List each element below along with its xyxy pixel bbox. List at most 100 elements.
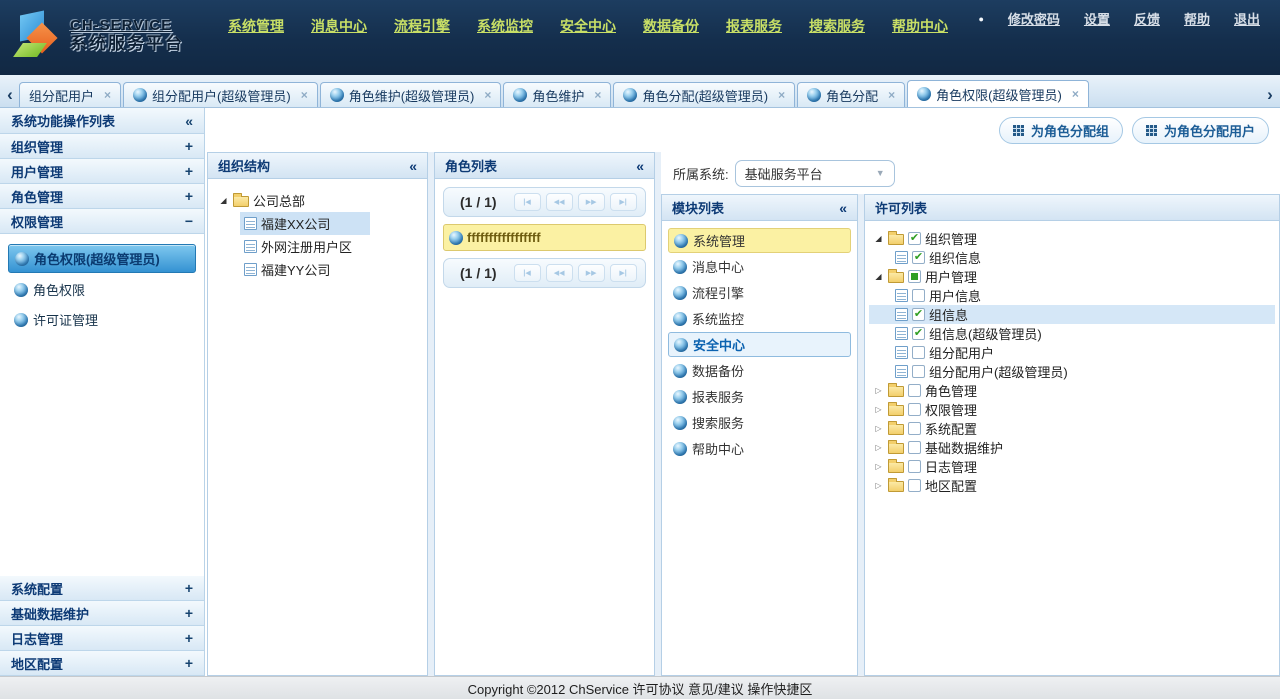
tab-scroll-right-icon[interactable]: › [1262, 83, 1278, 107]
tree-collapsed-icon[interactable]: ▷ [873, 386, 884, 395]
module-item-search[interactable]: 搜索服务 [668, 410, 851, 435]
pager-prev-button[interactable]: ◀◀ [546, 193, 573, 211]
logout-link[interactable]: 退出 [1234, 9, 1260, 28]
license-node-log-manage[interactable]: ▷ 日志管理 [869, 457, 1275, 476]
close-icon[interactable]: × [484, 88, 491, 102]
sidebar-group-role[interactable]: 角色管理+ [0, 184, 204, 209]
menu-item-workflow[interactable]: 流程引擎 [394, 16, 450, 36]
sidebar-group-permission-expanded[interactable]: 权限管理− [0, 209, 204, 234]
expand-plus-icon[interactable]: + [185, 630, 193, 646]
settings-link[interactable]: 设置 [1084, 9, 1110, 28]
help-link[interactable]: 帮助 [1184, 9, 1210, 28]
sidebar-group-sysconfig[interactable]: 系统配置+ [0, 576, 204, 601]
menu-item-backup[interactable]: 数据备份 [643, 16, 699, 36]
license-node-permission-manage[interactable]: ▷ 权限管理 [869, 400, 1275, 419]
org-tree-root[interactable]: ◢ 公司总部 [214, 189, 421, 212]
panel-collapse-icon[interactable]: « [839, 200, 847, 216]
expand-plus-icon[interactable]: + [185, 163, 193, 179]
menu-item-message[interactable]: 消息中心 [311, 16, 367, 36]
panel-collapse-icon[interactable]: « [409, 158, 417, 174]
close-icon[interactable]: × [888, 88, 895, 102]
module-item-security-selected[interactable]: 安全中心 [668, 332, 851, 357]
sidebar-group-user[interactable]: 用户管理+ [0, 159, 204, 184]
sidebar-item-role-permission[interactable]: 角色权限 [8, 276, 196, 303]
tab-group-assign-user[interactable]: 组分配用户× [19, 82, 121, 107]
checkbox-unchecked[interactable] [908, 460, 921, 473]
license-node-org-info[interactable]: 组织信息 [869, 248, 1275, 267]
license-node-group-assign-user-admin[interactable]: 组分配用户(超级管理员) [869, 362, 1275, 381]
pager-last-button[interactable]: ▶| [610, 193, 637, 211]
sidebar-item-role-permission-admin[interactable]: 角色权限(超级管理员) [8, 244, 196, 273]
tree-expanded-icon[interactable]: ◢ [873, 234, 884, 243]
org-tree-node[interactable]: 外网注册用户区 [240, 235, 370, 258]
module-item-workflow[interactable]: 流程引擎 [668, 280, 851, 305]
tab-role-maintain-admin[interactable]: 角色维护(超级管理员)× [320, 82, 502, 107]
pager-next-button[interactable]: ▶▶ [578, 264, 605, 282]
tree-expanded-icon[interactable]: ◢ [873, 272, 884, 281]
menu-item-report[interactable]: 报表服务 [726, 16, 782, 36]
pager-last-button[interactable]: ▶| [610, 264, 637, 282]
checkbox-unchecked[interactable] [908, 441, 921, 454]
license-node-group-info-admin[interactable]: 组信息(超级管理员) [869, 324, 1275, 343]
tree-collapsed-icon[interactable]: ▷ [873, 462, 884, 471]
menu-item-help-center[interactable]: 帮助中心 [892, 16, 948, 36]
tree-collapsed-icon[interactable]: ▷ [873, 424, 884, 433]
tab-scroll-left-icon[interactable]: ‹ [2, 83, 18, 107]
pager-first-button[interactable]: |◀ [514, 193, 541, 211]
checkbox-unchecked[interactable] [908, 479, 921, 492]
checkbox-partial[interactable] [908, 270, 921, 283]
tree-expanded-icon[interactable]: ◢ [218, 196, 229, 205]
panel-collapse-icon[interactable]: « [636, 158, 644, 174]
checkbox-unchecked[interactable] [908, 403, 921, 416]
system-select[interactable]: 基础服务平台 ▼ [735, 160, 895, 187]
tab-role-maintain[interactable]: 角色维护× [503, 82, 611, 107]
license-node-sysconfig[interactable]: ▷ 系统配置 [869, 419, 1275, 438]
sidebar-group-org[interactable]: 组织管理+ [0, 134, 204, 159]
license-node-group-info-selected[interactable]: 组信息 [869, 305, 1275, 324]
pager-prev-button[interactable]: ◀◀ [546, 264, 573, 282]
license-node-region-config[interactable]: ▷ 地区配置 [869, 476, 1275, 495]
org-tree-node-selected[interactable]: 福建XX公司 [240, 212, 370, 235]
assign-group-to-role-button[interactable]: 为角色分配组 [999, 117, 1123, 144]
menu-item-search[interactable]: 搜索服务 [809, 16, 865, 36]
expand-plus-icon[interactable]: + [185, 580, 193, 596]
expand-plus-icon[interactable]: + [185, 605, 193, 621]
checkbox-checked[interactable] [908, 232, 921, 245]
pager-first-button[interactable]: |◀ [514, 264, 541, 282]
assign-user-to-role-button[interactable]: 为角色分配用户 [1132, 117, 1269, 144]
menu-item-system[interactable]: 系统管理 [228, 16, 284, 36]
menu-item-monitor[interactable]: 系统监控 [477, 16, 533, 36]
feedback-link[interactable]: 反馈 [1134, 9, 1160, 28]
checkbox-unchecked[interactable] [912, 346, 925, 359]
checkbox-checked[interactable] [912, 308, 925, 321]
close-icon[interactable]: × [301, 88, 308, 102]
module-item-report[interactable]: 报表服务 [668, 384, 851, 409]
change-password-link[interactable]: 修改密码 [1008, 9, 1060, 28]
menu-item-security[interactable]: 安全中心 [560, 16, 616, 36]
license-node-user-info[interactable]: 用户信息 [869, 286, 1275, 305]
checkbox-unchecked[interactable] [912, 289, 925, 302]
role-list-item-selected[interactable]: fffffffffffffffff [443, 224, 646, 251]
sidebar-item-license-manage[interactable]: 许可证管理 [8, 306, 196, 333]
license-node-role-manage[interactable]: ▷ 角色管理 [869, 381, 1275, 400]
sidebar-collapse-icon[interactable]: « [185, 113, 193, 129]
license-node-group-assign-user[interactable]: 组分配用户 [869, 343, 1275, 362]
expand-plus-icon[interactable]: + [185, 655, 193, 671]
tab-role-assign-admin[interactable]: 角色分配(超级管理员)× [613, 82, 795, 107]
sidebar-group-log[interactable]: 日志管理+ [0, 626, 204, 651]
checkbox-checked[interactable] [912, 327, 925, 340]
expand-plus-icon[interactable]: + [185, 188, 193, 204]
checkbox-unchecked[interactable] [912, 365, 925, 378]
tab-role-permission-admin-active[interactable]: 角色权限(超级管理员)× [907, 80, 1089, 107]
checkbox-checked[interactable] [912, 251, 925, 264]
license-node-basedata[interactable]: ▷ 基础数据维护 [869, 438, 1275, 457]
tree-collapsed-icon[interactable]: ▷ [873, 405, 884, 414]
close-icon[interactable]: × [1072, 87, 1079, 101]
license-node-user-manage[interactable]: ◢ 用户管理 [869, 267, 1275, 286]
license-node-org-manage[interactable]: ◢ 组织管理 [869, 229, 1275, 248]
org-tree-node[interactable]: 福建YY公司 [240, 258, 370, 281]
expand-plus-icon[interactable]: + [185, 138, 193, 154]
collapse-minus-icon[interactable]: − [185, 213, 193, 229]
sidebar-group-basedata[interactable]: 基础数据维护+ [0, 601, 204, 626]
module-item-monitor[interactable]: 系统监控 [668, 306, 851, 331]
